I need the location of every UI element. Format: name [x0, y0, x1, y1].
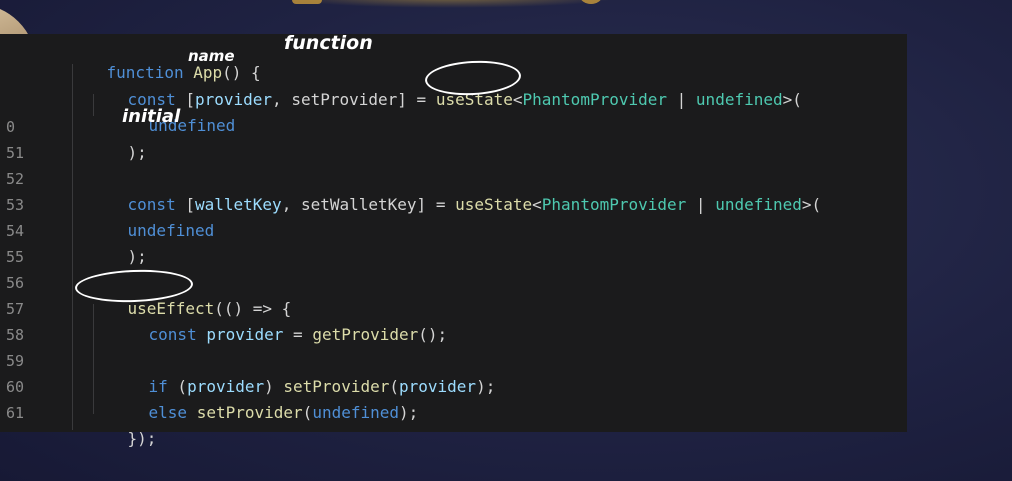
- punctuation-token: =: [283, 325, 313, 344]
- punctuation-token: });: [127, 429, 157, 448]
- function-name-token: getProvider: [312, 325, 419, 344]
- punctuation-token: );: [127, 247, 147, 266]
- line-number: 53: [6, 196, 25, 214]
- keyword-token: const: [148, 325, 197, 344]
- punctuation-token: ] =: [397, 90, 436, 109]
- line-number: 60: [6, 378, 25, 396]
- variable-token: setProvider: [291, 90, 398, 109]
- punctuation-token: );: [127, 143, 147, 162]
- line-number: 57: [6, 300, 25, 318]
- punctuation-token: ,: [272, 90, 292, 109]
- function-name-token: useState: [455, 195, 533, 214]
- code-line[interactable]: });: [89, 400, 157, 478]
- top-glow: [280, 0, 620, 8]
- variable-token: setWalletKey: [300, 195, 417, 214]
- keyword-token: undefined: [312, 403, 400, 422]
- punctuation-token: >(: [801, 195, 822, 214]
- punctuation-token: |: [667, 90, 696, 109]
- type-token: PhantomProvider: [522, 90, 668, 109]
- annotation-initial: initial: [122, 106, 181, 127]
- line-number: 52: [6, 170, 25, 188]
- line-number: 59: [6, 352, 25, 370]
- variable-token: provider: [206, 325, 284, 344]
- punctuation-token: );: [476, 377, 496, 396]
- punctuation-token: ] =: [416, 195, 456, 214]
- punctuation-token: >(: [782, 90, 802, 109]
- type-token: undefined: [695, 90, 783, 109]
- function-name-token: setProvider: [196, 403, 303, 422]
- punctuation-token: [187, 403, 197, 422]
- annotation-function: function: [284, 32, 373, 54]
- line-number-gutter: 0 51 52 53 54 55 56 57 58 59 60 61: [0, 34, 52, 432]
- punctuation-token: );: [399, 403, 419, 422]
- punctuation-token: ();: [418, 325, 448, 344]
- code-editor[interactable]: 0 51 52 53 54 55 56 57 58 59 60 61 funct…: [0, 32, 907, 448]
- line-number: 55: [6, 248, 25, 266]
- indent-guide: [72, 64, 73, 430]
- line-number: 0: [6, 118, 16, 136]
- type-token: PhantomProvider: [541, 195, 687, 214]
- line-number: 54: [6, 222, 25, 240]
- punctuation-token: ,: [281, 195, 301, 214]
- top-glyph: [292, 0, 322, 4]
- line-number: 61: [6, 404, 25, 422]
- punctuation-token: <: [512, 90, 523, 109]
- punctuation-token: <: [532, 195, 542, 214]
- line-number: 51: [6, 144, 25, 162]
- punctuation-token: (: [302, 403, 313, 422]
- annotation-name: name: [188, 47, 235, 65]
- line-number: 58: [6, 326, 25, 344]
- line-number: 56: [6, 274, 25, 292]
- type-token: undefined: [715, 195, 802, 214]
- punctuation-token: |: [686, 195, 716, 214]
